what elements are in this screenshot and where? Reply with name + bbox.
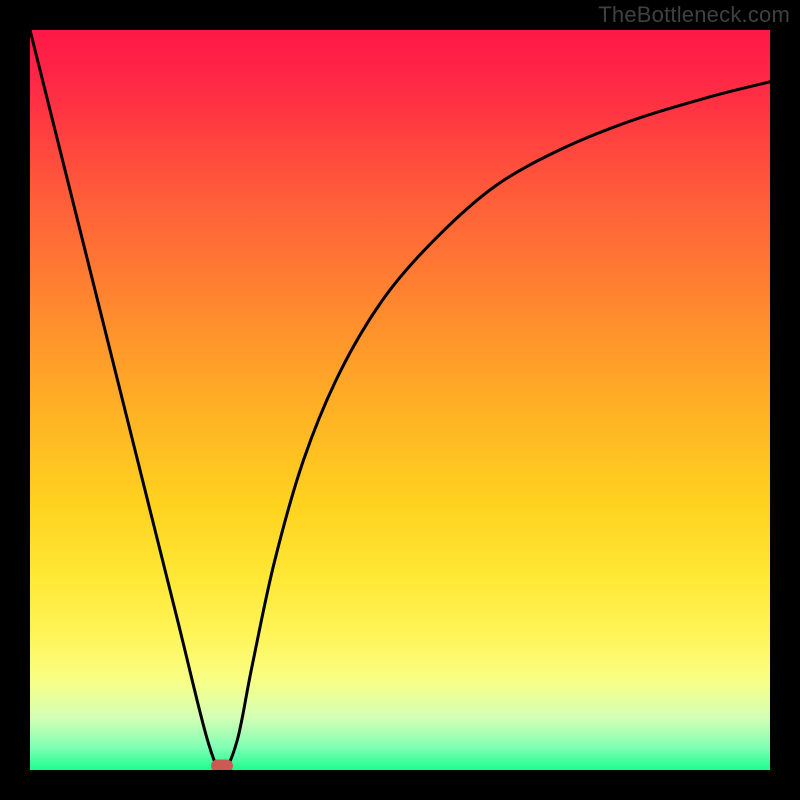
- bottleneck-curve: [30, 30, 770, 770]
- watermark-text: TheBottleneck.com: [598, 2, 790, 28]
- optimum-marker: [211, 760, 233, 771]
- plot-area: [30, 30, 770, 770]
- chart-frame: TheBottleneck.com: [0, 0, 800, 800]
